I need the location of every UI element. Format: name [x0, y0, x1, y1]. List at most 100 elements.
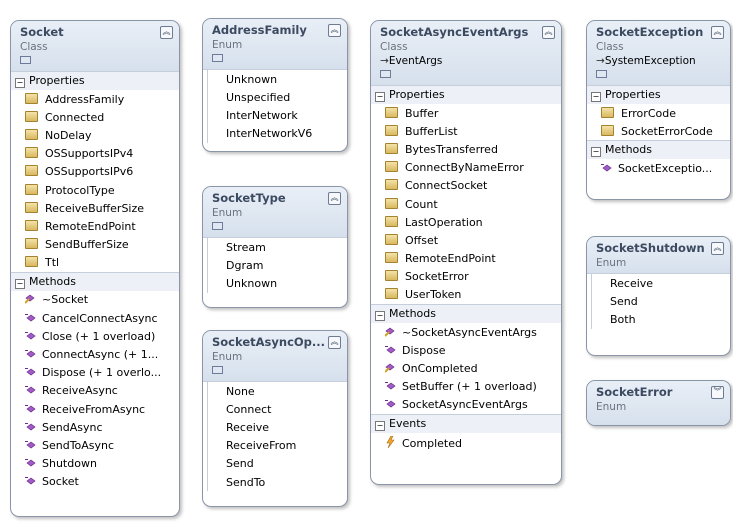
- enum-value[interactable]: InterNetwork: [207, 106, 347, 125]
- socket-type-enum-shape[interactable]: SocketType Enum ︽ Stream Dgram Unknown: [202, 186, 348, 308]
- enum-value[interactable]: Stream: [207, 238, 347, 257]
- saea-header[interactable]: SocketAsyncEventArgs Class EventArgs ︽: [371, 21, 561, 85]
- enum-value[interactable]: Dgram: [207, 256, 347, 275]
- method-row[interactable]: ~SocketAsyncEventArgs: [371, 323, 561, 341]
- enum-value[interactable]: Unknown: [207, 274, 347, 293]
- property-row[interactable]: RemoteEndPoint: [371, 250, 561, 268]
- enum-value[interactable]: Both: [591, 310, 730, 329]
- property-row[interactable]: Buffer: [371, 104, 561, 122]
- enum-value[interactable]: Connect: [207, 400, 347, 419]
- enum-value[interactable]: Unknown: [207, 70, 347, 89]
- method-row[interactable]: ~Socket: [11, 291, 179, 309]
- method-row[interactable]: Close (+ 1 overload): [11, 327, 179, 345]
- property-row[interactable]: ConnectSocket: [371, 177, 561, 195]
- property-row[interactable]: Offset: [371, 231, 561, 249]
- collapse-section-icon[interactable]: −: [375, 92, 385, 102]
- property-row[interactable]: Connected: [11, 108, 179, 126]
- socket-methods-section[interactable]: − Methods: [11, 271, 179, 291]
- collapse-chevron-icon[interactable]: ︽: [542, 26, 555, 39]
- socket-class-shape[interactable]: Socket Class ︽ − Properties AddressFamily…: [10, 20, 180, 517]
- enum-value[interactable]: None: [207, 382, 347, 401]
- socket-exception-class-shape[interactable]: SocketException Class SystemException ︽ …: [586, 20, 731, 200]
- method-row[interactable]: ReceiveAsync: [11, 382, 179, 400]
- collapse-section-icon[interactable]: −: [375, 311, 385, 322]
- method-row[interactable]: OnCompleted: [371, 359, 561, 377]
- socket-async-op-header[interactable]: SocketAsyncOp... Enum ︽: [203, 331, 347, 381]
- property-row[interactable]: Count: [371, 195, 561, 213]
- enum-value[interactable]: Send: [591, 292, 730, 311]
- method-row[interactable]: SocketExceptio...: [587, 159, 730, 177]
- property-row[interactable]: ConnectByNameError: [371, 159, 561, 177]
- socket-exception-header[interactable]: SocketException Class SystemException ︽: [587, 21, 730, 85]
- enum-value[interactable]: Send: [207, 454, 347, 473]
- saea-events-section[interactable]: − Events: [371, 414, 561, 433]
- method-row[interactable]: Shutdown: [11, 455, 179, 473]
- socket-error-header[interactable]: SocketError Enum ︾: [587, 381, 730, 425]
- method-row[interactable]: Socket: [11, 473, 179, 491]
- collapse-chevron-icon[interactable]: ︽: [328, 192, 341, 205]
- method-row[interactable]: Dispose (+ 1 overlo...: [11, 364, 179, 382]
- socket-exception-methods-section[interactable]: − Methods: [587, 140, 730, 160]
- socket-shutdown-header[interactable]: SocketShutdown Enum ︽: [587, 237, 730, 273]
- property-name: ConnectByNameError: [405, 161, 524, 175]
- method-row[interactable]: ConnectAsync (+ 1...: [11, 345, 179, 363]
- socket-type-header[interactable]: SocketType Enum ︽: [203, 187, 347, 237]
- property-row[interactable]: NoDelay: [11, 126, 179, 144]
- socket-properties-section[interactable]: − Properties: [11, 71, 179, 90]
- property-row[interactable]: SocketError: [371, 268, 561, 286]
- enum-value[interactable]: Unspecified: [207, 88, 347, 107]
- property-row[interactable]: SendBufferSize: [11, 236, 179, 254]
- socket-async-event-args-class-shape[interactable]: SocketAsyncEventArgs Class EventArgs ︽ −…: [370, 20, 562, 485]
- collapse-chevron-icon[interactable]: ︽: [711, 242, 724, 255]
- collapse-section-icon[interactable]: −: [591, 92, 601, 102]
- collapse-chevron-icon[interactable]: ︽: [160, 26, 173, 39]
- property-row[interactable]: LastOperation: [371, 213, 561, 231]
- property-row[interactable]: BufferList: [371, 122, 561, 140]
- socket-properties-list: AddressFamily Connected NoDelay OSSuppor…: [11, 90, 179, 272]
- collapse-section-icon[interactable]: −: [15, 278, 25, 289]
- property-row[interactable]: ErrorCode: [587, 104, 730, 122]
- socket-error-enum-shape[interactable]: SocketError Enum ︾: [586, 380, 731, 426]
- enum-value[interactable]: InterNetworkV6: [207, 124, 347, 143]
- collapse-section-icon[interactable]: −: [15, 78, 25, 88]
- property-row[interactable]: Ttl: [11, 254, 179, 272]
- property-row[interactable]: ReceiveBufferSize: [11, 199, 179, 217]
- collapse-section-icon[interactable]: −: [591, 147, 601, 158]
- property-row[interactable]: SocketErrorCode: [587, 122, 730, 140]
- property-row[interactable]: RemoteEndPoint: [11, 217, 179, 235]
- property-row[interactable]: ProtocolType: [11, 181, 179, 199]
- event-row[interactable]: Completed: [371, 433, 561, 452]
- enum-value[interactable]: SendTo: [207, 472, 347, 492]
- property-row[interactable]: BytesTransferred: [371, 140, 561, 158]
- method-row[interactable]: SendToAsync: [11, 436, 179, 454]
- socket-exception-properties-section[interactable]: − Properties: [587, 85, 730, 104]
- method-row[interactable]: SetBuffer (+ 1 overload): [371, 378, 561, 396]
- socket-async-operation-enum-shape[interactable]: SocketAsyncOp... Enum ︽ None Connect Rec…: [202, 330, 348, 507]
- collapse-chevron-icon[interactable]: ︽: [328, 336, 341, 349]
- collapse-chevron-icon[interactable]: ︽: [328, 24, 341, 37]
- enum-value[interactable]: ReceiveFrom: [207, 436, 347, 455]
- method-row[interactable]: CancelConnectAsync: [11, 309, 179, 327]
- address-family-header[interactable]: AddressFamily Enum ︽: [203, 19, 347, 69]
- property-row[interactable]: OSSupportsIPv4: [11, 145, 179, 163]
- enum-value[interactable]: Receive: [591, 274, 730, 293]
- address-family-enum-shape[interactable]: AddressFamily Enum ︽ Unknown Unspecified…: [202, 18, 348, 152]
- method-row[interactable]: SendAsync: [11, 418, 179, 436]
- property-row[interactable]: UserToken: [371, 286, 561, 304]
- method-row[interactable]: Dispose: [371, 341, 561, 359]
- saea-properties-section[interactable]: − Properties: [371, 85, 561, 104]
- saea-methods-section[interactable]: − Methods: [371, 304, 561, 324]
- property-row[interactable]: OSSupportsIPv6: [11, 163, 179, 181]
- method-row[interactable]: SocketAsyncEventArgs: [371, 396, 561, 414]
- collapse-section-icon[interactable]: −: [375, 421, 385, 431]
- method-row[interactable]: ReceiveFromAsync: [11, 400, 179, 418]
- protected-method-icon: [385, 327, 395, 337]
- property-row[interactable]: AddressFamily: [11, 90, 179, 108]
- enum-value[interactable]: Receive: [207, 418, 347, 437]
- socket-shutdown-enum-shape[interactable]: SocketShutdown Enum ︽ Receive Send Both: [586, 236, 731, 356]
- expand-chevron-icon[interactable]: ︾: [711, 386, 724, 399]
- method-name: SetBuffer (+ 1 overload): [402, 380, 537, 394]
- collapse-chevron-icon[interactable]: ︽: [711, 26, 724, 39]
- method-name: SendToAsync: [42, 438, 115, 452]
- socket-header[interactable]: Socket Class ︽: [11, 21, 179, 71]
